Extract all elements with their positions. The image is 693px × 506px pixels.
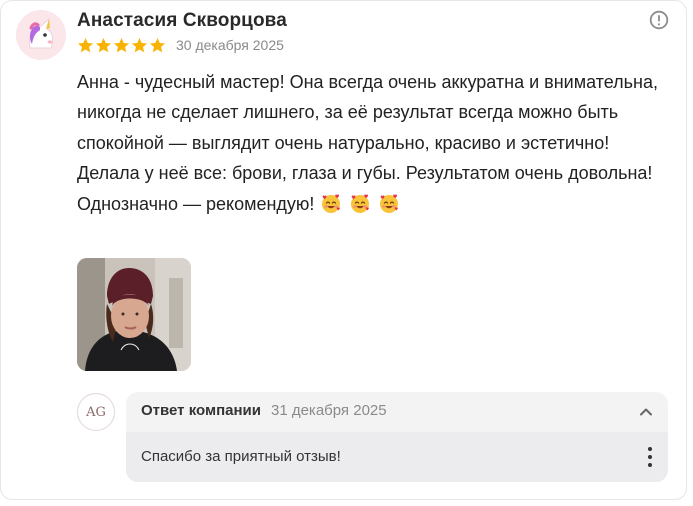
company-reply: Ответ компании 31 декабря 2025 Спасибо з… bbox=[126, 392, 668, 482]
star-icon bbox=[77, 37, 94, 52]
company-avatar: AG bbox=[77, 393, 115, 431]
emoji-group bbox=[319, 194, 401, 214]
smiling-face-with-hearts-icon bbox=[322, 194, 341, 213]
reply-date: 31 декабря 2025 bbox=[270, 402, 387, 419]
star-icon bbox=[113, 37, 130, 52]
rating-stars bbox=[77, 37, 166, 54]
star-icon bbox=[149, 37, 166, 52]
review-text-block: Анна - чудесный мастер! Она всегда очень… bbox=[77, 67, 667, 219]
star-icon bbox=[95, 37, 112, 52]
selfie-photo-image bbox=[77, 258, 191, 371]
chevron-up-icon[interactable] bbox=[638, 404, 654, 420]
smiling-face-with-hearts-icon bbox=[351, 194, 370, 213]
reply-title: Ответ компании bbox=[141, 402, 261, 419]
review-photo[interactable] bbox=[77, 258, 191, 371]
more-vertical-icon[interactable] bbox=[646, 446, 654, 468]
star-icon bbox=[131, 37, 148, 52]
author-avatar[interactable] bbox=[16, 10, 66, 60]
reply-text: Спасибо за приятный отзыв! bbox=[141, 448, 341, 465]
author-name[interactable]: Анастасия Скворцова bbox=[77, 10, 287, 32]
review-date: 30 декабря 2025 bbox=[176, 37, 284, 53]
reply-header[interactable]: Ответ компании 31 декабря 2025 bbox=[141, 402, 387, 422]
reply-body: Спасибо за приятный отзыв! bbox=[126, 432, 668, 482]
info-icon[interactable] bbox=[649, 10, 669, 30]
smiling-face-with-hearts-icon bbox=[380, 194, 399, 213]
review-card: Анастасия Скворцова 30 декабря 2025 Анна… bbox=[0, 0, 687, 500]
unicorn-avatar-icon bbox=[16, 10, 66, 60]
rating-row: 30 декабря 2025 bbox=[77, 35, 284, 55]
